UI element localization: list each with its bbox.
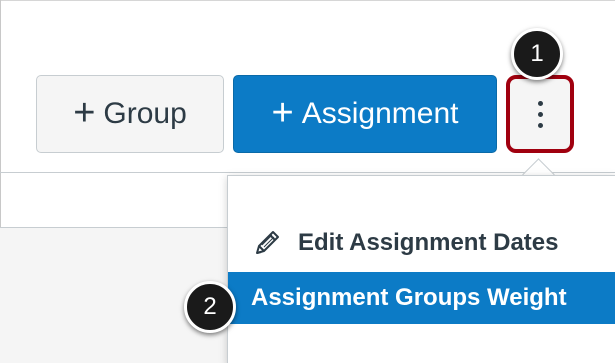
menu-item-label: Edit Assignment Dates: [298, 229, 559, 256]
menu-item-assignment-groups-weight[interactable]: Assignment Groups Weight: [228, 272, 615, 324]
add-assignment-label: Assignment: [301, 97, 459, 130]
assignments-page: + Group + Assignment Edit Assignment Dat…: [0, 0, 615, 363]
step-callout-2: 2: [184, 281, 236, 333]
add-assignment-button[interactable]: + Assignment: [233, 75, 497, 153]
plus-icon: +: [271, 91, 294, 134]
menu-item-label: Assignment Groups Weight: [251, 284, 567, 311]
menu-item-edit-assignment-dates[interactable]: Edit Assignment Dates: [228, 217, 615, 269]
step-callout-1: 1: [511, 28, 563, 80]
options-dropdown-menu: Edit Assignment Dates Assignment Groups …: [227, 175, 615, 363]
top-border: [0, 0, 615, 1]
add-group-label: Group: [103, 97, 187, 130]
pencil-icon: [256, 231, 279, 254]
kebab-menu-icon: [537, 100, 543, 128]
options-menu-button[interactable]: [506, 75, 574, 153]
add-group-button[interactable]: + Group: [36, 75, 224, 153]
plus-icon: +: [73, 91, 96, 134]
